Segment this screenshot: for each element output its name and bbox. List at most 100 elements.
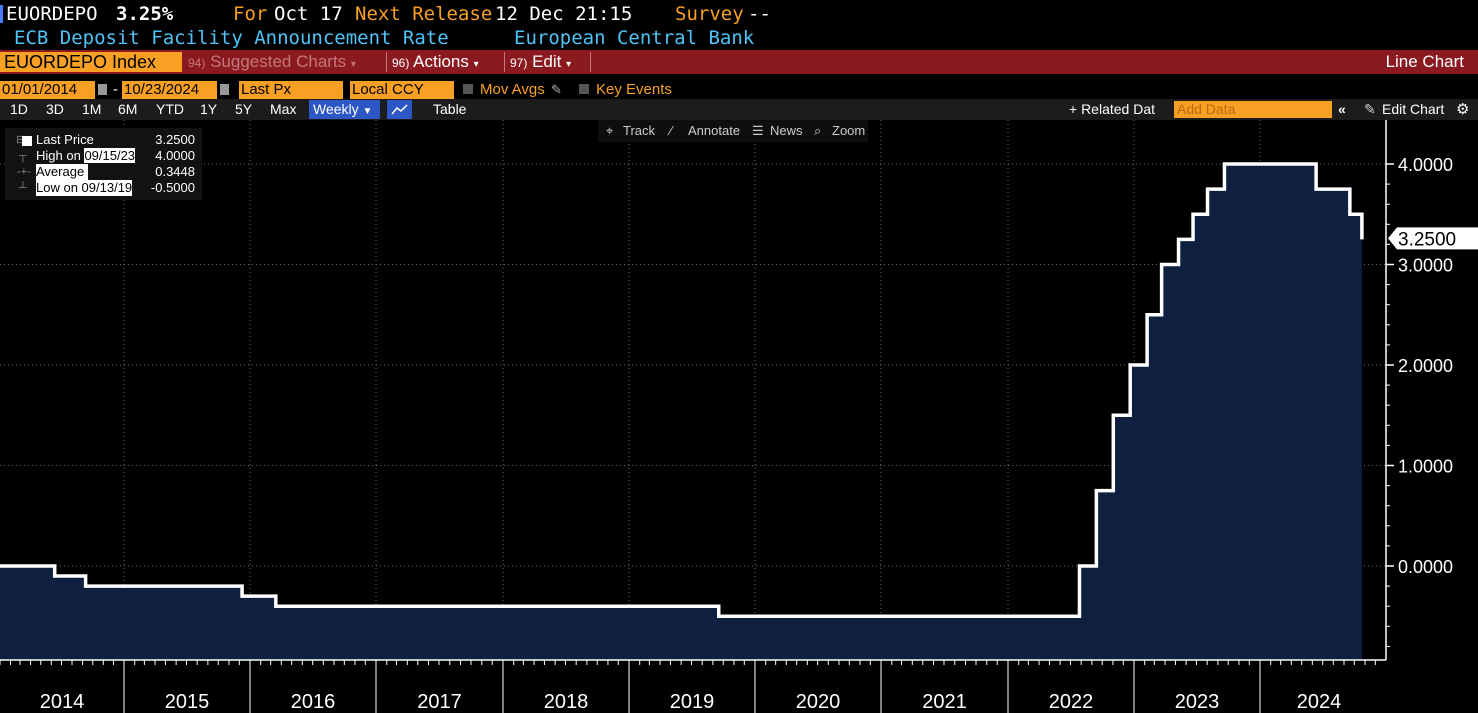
line-chart-button[interactable] — [387, 100, 412, 119]
x-axis: 2014 2015 2016 2017 2018 2019 2020 2021 2022 2023… — [0, 659, 1386, 713]
mov-avgs-label: Mov Avgs — [480, 81, 545, 98]
key-events-label: Key Events — [596, 81, 672, 98]
actions-number: 96) — [392, 56, 410, 70]
track-button[interactable]: Track — [623, 120, 655, 141]
edit-menu[interactable]: 97) Edit ▾ — [510, 50, 571, 74]
x-tick-label: 2018 — [544, 691, 589, 713]
suggested-charts-menu[interactable]: 94) Suggested Charts ▾ — [188, 50, 356, 74]
range-1y-button[interactable]: 1Y — [200, 99, 217, 120]
chart-controls: 01/01/2014 - 10/23/2024 Last Px Local CC… — [0, 78, 1478, 100]
range-bar: 1D 3D 1M 6M YTD 1Y 5Y Max Weekly ▼ Table… — [0, 99, 1478, 120]
legend-last-price[interactable]: ⊟ Last Price 3.2500 — [5, 132, 202, 148]
security-header: EUORDEPO 3.25% For Oct 17 Next Release 1… — [0, 2, 1478, 26]
key-events-checkbox[interactable] — [579, 84, 589, 94]
x-tick-label: 2021 — [922, 691, 967, 713]
toolbar-divider — [504, 52, 505, 72]
next-release-label: Next Release — [355, 3, 493, 25]
gear-icon[interactable]: ⚙ — [1456, 99, 1469, 120]
y-axis: 4.0000 3.0000 2.0000 1.0000 0.0000 — [1385, 120, 1453, 660]
survey-value: -- — [748, 3, 771, 25]
current-value: 3.25% — [116, 3, 174, 25]
date-separator: - — [113, 81, 118, 98]
calendar-icon[interactable] — [220, 84, 229, 95]
legend-last-label: Last Price — [36, 132, 94, 147]
legend-high-value: 4.0000 — [155, 148, 195, 163]
legend-low-text: Low on 09/13/19 — [36, 180, 133, 196]
y-tick-label: 4.0000 — [1398, 155, 1453, 175]
legend-low-label: Low on — [36, 180, 78, 195]
edit-label: Edit — [532, 52, 562, 71]
add-data-input[interactable]: Add Data — [1174, 101, 1332, 118]
field-select[interactable]: Last Px — [239, 81, 343, 99]
legend-last-value: 3.2500 — [155, 132, 195, 147]
frequency-label: Weekly — [313, 101, 359, 117]
legend-average-value: 0.3448 — [155, 164, 195, 179]
x-tick-label: 2024 — [1297, 691, 1342, 713]
range-max-button[interactable]: Max — [270, 99, 296, 120]
x-tick-label: 2015 — [165, 691, 210, 713]
security-source[interactable]: European Central Bank — [514, 27, 754, 49]
toolbar-divider — [590, 52, 591, 72]
security-marker — [0, 5, 3, 23]
range-1d-button[interactable]: 1D — [10, 99, 28, 120]
collapse-icon[interactable]: « — [1338, 99, 1346, 120]
chevron-down-icon: ▾ — [473, 59, 479, 70]
legend-average: -+- Average 0.3448 — [5, 164, 202, 180]
currency-select[interactable]: Local CCY — [350, 81, 454, 99]
last-value-label: 3.2500 — [1398, 229, 1456, 250]
zoom-icon[interactable]: ⌕ — [814, 120, 821, 141]
triangle-down-icon: ▼ — [362, 106, 373, 117]
suggested-charts-label: Suggested Charts — [210, 52, 347, 71]
x-tick-label: 2020 — [796, 691, 841, 713]
y-tick-label: 0.0000 — [1398, 557, 1453, 577]
range-1m-button[interactable]: 1M — [82, 99, 101, 120]
actions-label: Actions — [413, 52, 469, 71]
table-button[interactable]: Table — [433, 99, 466, 120]
end-date-input[interactable]: 10/23/2024 — [122, 81, 217, 99]
frequency-select[interactable]: Weekly ▼ — [309, 100, 380, 119]
news-button[interactable]: News — [770, 120, 803, 141]
x-tick-label: 2017 — [417, 691, 462, 713]
calendar-icon[interactable] — [98, 84, 107, 95]
legend-high: ┬ High on 09/15/23 4.0000 — [5, 148, 202, 164]
average-marker-icon: -+- — [17, 166, 31, 178]
low-marker-icon: ┴ — [19, 182, 27, 194]
related-data-button[interactable]: + Related Dat — [1069, 99, 1155, 120]
zoom-button[interactable]: Zoom — [832, 120, 865, 141]
legend-high-text: High on 09/15/23 — [36, 148, 136, 164]
legend-low-date: 09/13/19 — [81, 180, 133, 195]
start-date-input[interactable]: 01/01/2014 — [0, 81, 95, 99]
news-icon[interactable]: ☰ — [752, 120, 764, 141]
high-marker-icon: ┬ — [19, 150, 27, 162]
chevron-down-icon: ▾ — [350, 59, 356, 70]
range-3d-button[interactable]: 3D — [46, 99, 64, 120]
mov-avgs-checkbox[interactable] — [463, 84, 473, 94]
legend-average-label: Average — [36, 164, 89, 180]
chart-type-label[interactable]: Line Chart — [1386, 50, 1464, 74]
crosshair-icon[interactable]: ⌖ — [606, 120, 613, 141]
security-description[interactable]: ECB Deposit Facility Announcement Rate — [14, 27, 449, 49]
pencil-icon[interactable]: ✎ — [551, 81, 562, 99]
x-tick-label: 2022 — [1049, 691, 1094, 713]
range-5y-button[interactable]: 5Y — [235, 99, 252, 120]
x-tick-label: 2019 — [670, 691, 715, 713]
range-ytd-button[interactable]: YTD — [156, 99, 184, 120]
y-tick-label: 2.0000 — [1398, 356, 1453, 376]
x-tick-label: 2016 — [291, 691, 336, 713]
edit-number: 97) — [510, 56, 528, 70]
line-chart[interactable]: 4.00003.00002.00001.00000.0000 2014 2015 2… — [0, 120, 1478, 713]
chart-tools: ⌖ Track ∕ Annotate ☰ News ⌕ Zoom — [598, 120, 868, 142]
range-6m-button[interactable]: 6M — [118, 99, 137, 120]
annotate-icon[interactable]: ∕ — [670, 120, 672, 141]
suggested-charts-number: 94) — [188, 56, 206, 70]
actions-menu[interactable]: 96) Actions ▾ — [392, 50, 479, 74]
edit-chart-button[interactable]: Edit Chart — [1382, 99, 1444, 120]
x-tick-label: 2014 — [40, 691, 85, 713]
legend-swatch — [22, 136, 32, 146]
security-field[interactable]: EUORDEPO Index — [0, 52, 182, 72]
legend-high-label: High on — [36, 148, 81, 163]
toolbar-divider — [386, 52, 387, 72]
legend-low-value: -0.5000 — [150, 180, 195, 195]
annotate-button[interactable]: Annotate — [688, 120, 740, 141]
x-tick-label: 2023 — [1175, 691, 1220, 713]
